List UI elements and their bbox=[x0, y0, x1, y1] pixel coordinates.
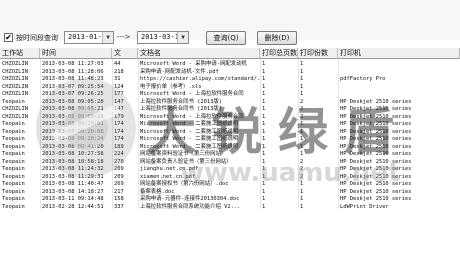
column-header-workstation[interactable]: 工作站 bbox=[0, 48, 40, 59]
cell-document-name: 上海拉软件服务合同系统功能介绍 V2... bbox=[140, 203, 241, 210]
watermark-logo bbox=[36, 78, 136, 178]
column-header-copies[interactable]: 打印份数 bbox=[298, 48, 338, 59]
date-to-picker[interactable]: 2013-03-11 ▼ bbox=[137, 31, 189, 44]
chevron-down-icon[interactable]: ▼ bbox=[177, 32, 188, 43]
watermark-url-text: www.uamu.net bbox=[180, 158, 401, 188]
date-range-checkbox-label: 按时间段查询 bbox=[16, 34, 58, 42]
cell-printer: LdWPrint Driver bbox=[340, 203, 389, 210]
watermark-brand-text: 大锐绿盾 bbox=[146, 102, 410, 161]
delete-button[interactable]: 删除(D) bbox=[257, 31, 297, 45]
date-range-checkbox[interactable]: ✔ bbox=[4, 33, 13, 42]
cell-workstation: Teopain bbox=[2, 203, 25, 210]
date-range-arrow: ---> bbox=[117, 33, 131, 41]
date-from-picker[interactable]: 2013-01-01 ▼ bbox=[64, 31, 114, 44]
chevron-down-icon[interactable]: ▼ bbox=[102, 32, 113, 43]
column-header-document-name[interactable]: 文档名 bbox=[138, 48, 260, 59]
column-header-total-pages[interactable]: 打印总页数 bbox=[260, 48, 298, 59]
cell-time: 2013-02-28 12:44:51 bbox=[42, 203, 104, 210]
column-header-printer[interactable]: 打印机 bbox=[338, 48, 460, 59]
query-button[interactable]: 查询(Q) bbox=[206, 31, 246, 45]
cell-total-pages: 1 bbox=[262, 203, 266, 210]
cell-doc-size: 337 bbox=[114, 203, 124, 210]
column-header-doc-size[interactable]: 文 bbox=[112, 48, 138, 59]
table-row[interactable]: Teopain 2013-02-28 12:44:51 337 上海拉软件服务合同系统… bbox=[0, 203, 460, 211]
cell-copies: 1 bbox=[300, 203, 304, 210]
column-header-time[interactable]: 时间 bbox=[40, 48, 112, 59]
